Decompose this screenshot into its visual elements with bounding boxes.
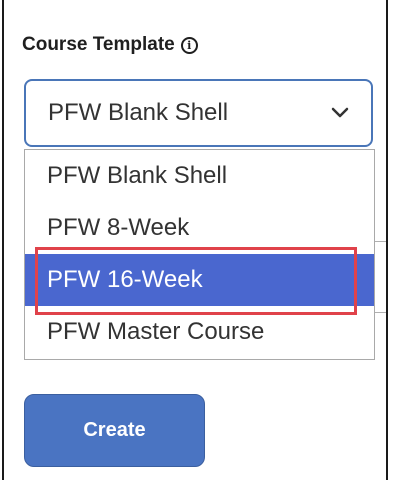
background-divider <box>375 241 386 242</box>
create-button[interactable]: Create <box>24 394 205 467</box>
chevron-down-icon <box>331 107 349 118</box>
option-pfw-8-week[interactable]: PFW 8-Week <box>25 202 374 254</box>
dropdown-options: PFW Blank Shell PFW 8-Week PFW 16-Week P… <box>24 149 375 360</box>
option-pfw-master-course[interactable]: PFW Master Course <box>25 306 374 358</box>
option-pfw-16-week[interactable]: PFW 16-Week <box>25 254 374 306</box>
info-icon[interactable]: i <box>180 36 198 54</box>
course-template-select[interactable]: PFW Blank Shell <box>24 79 373 147</box>
field-label-text: Course Template <box>22 34 175 55</box>
background-divider <box>375 312 386 313</box>
option-pfw-blank-shell[interactable]: PFW Blank Shell <box>25 150 374 202</box>
select-value: PFW Blank Shell <box>48 99 229 126</box>
left-border <box>2 0 4 480</box>
right-border <box>386 0 388 480</box>
course-template-label: Course Template i <box>22 34 198 56</box>
